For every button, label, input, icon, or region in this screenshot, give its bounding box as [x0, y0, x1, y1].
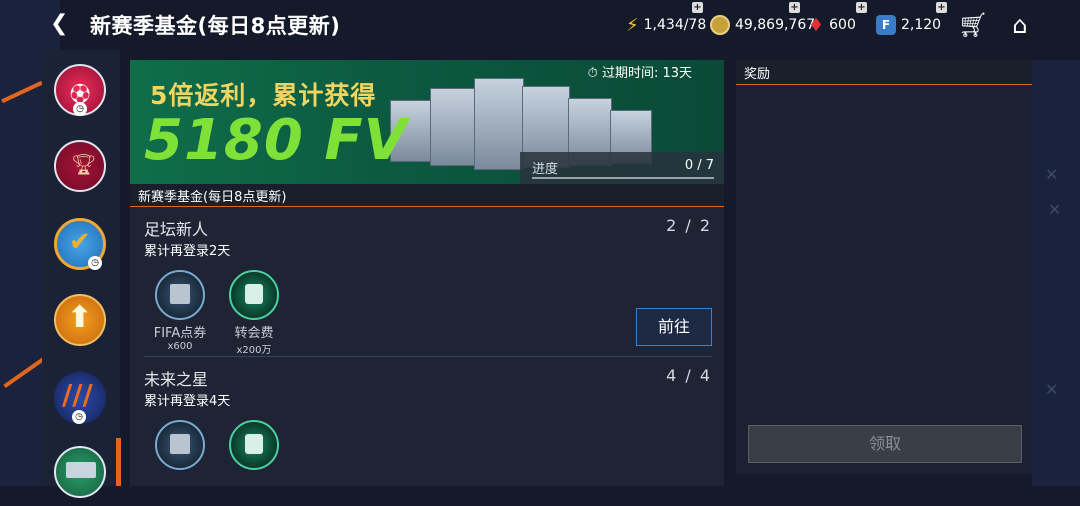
promo-banner: 5倍返利，累计获得 5180 FV ⏱︎ 过期时间: 13天 进度 0 / 7 [130, 60, 724, 184]
task-count: 4 / 4 [666, 366, 712, 385]
reward-panel-header: 奖励 [736, 60, 1032, 85]
top-bar: ❮ 新赛季基金(每日8点更新) ⚡ 1,434/78 + 49,869,767 … [0, 0, 1080, 50]
task-row: 足坛新人 累计再登录2天 2 / 2 FIFA点券 x600 转会费 x200万… [130, 208, 724, 356]
sidebar-item-fund[interactable] [54, 446, 106, 498]
progress-bar [532, 177, 714, 179]
progress-label: 进度 [532, 162, 559, 177]
stopwatch-icon: ⏱︎ [587, 66, 598, 81]
gem-counter: ♦ 600 [808, 14, 856, 36]
fp-counter: F 2,120 [876, 14, 941, 36]
claim-button[interactable]: 领取 [748, 425, 1022, 463]
page-title: 新赛季基金(每日8点更新) [90, 14, 341, 38]
fifa-points-icon [155, 420, 205, 470]
event-sidebar: ⚽︎ ◷ 🏆︎ ✔ ◷ ⬆ /// ◷ [42, 50, 121, 498]
energy-counter: ⚡ 1,434/78 [626, 14, 706, 36]
task-desc: 累计再登录2天 [144, 244, 231, 259]
coin-counter: 49,869,767 [710, 14, 815, 36]
coin-icon [710, 15, 730, 35]
energy-add-icon[interactable]: + [692, 2, 703, 13]
goto-button[interactable]: 前往 [636, 308, 712, 346]
fifa-points-icon [155, 270, 205, 320]
coin-add-icon[interactable]: + [789, 2, 800, 13]
sidebar-item-upgrade[interactable]: ⬆ [54, 294, 106, 346]
reward-item[interactable]: 转会费 x200万 [224, 270, 284, 356]
task-name: 未来之星 [144, 370, 209, 389]
coin-value: 49,869,767 [735, 17, 816, 33]
gem-value: 600 [829, 17, 856, 33]
fp-shield-icon: F [876, 15, 896, 35]
sidebar-item-world-cup[interactable]: 🏆︎ [54, 140, 106, 192]
task-row: 未来之星 累计再登录4天 4 / 4 [130, 358, 724, 506]
task-name: 足坛新人 [144, 220, 209, 239]
claw-mark-icon: /// [62, 378, 93, 411]
fund-panel: 5倍返利，累计获得 5180 FV ⏱︎ 过期时间: 13天 进度 0 / 7 … [130, 60, 724, 486]
back-arrow-icon[interactable]: ❮ [50, 12, 74, 36]
section-header: 新赛季基金(每日8点更新) [130, 184, 724, 207]
shop-cart-icon[interactable]: 🛒︎ [958, 11, 988, 39]
expire-time: ⏱︎ 过期时间: 13天 [587, 66, 692, 81]
cash-stack-icon [66, 462, 96, 478]
timer-badge-icon-3: ◷ [72, 410, 86, 424]
reward-item[interactable] [224, 420, 284, 470]
progress-box: 进度 0 / 7 [520, 152, 724, 184]
transfer-fee-icon [229, 420, 279, 470]
active-indicator [116, 438, 121, 486]
task-desc: 累计再登录4天 [144, 394, 231, 409]
arrow-up-icon: ⬆ [67, 300, 93, 335]
timer-badge-icon-2: ◷ [88, 256, 102, 270]
reward-panel-title: 奖励 [744, 67, 771, 82]
lightning-icon: ⚡ [626, 14, 639, 36]
reward-item[interactable]: FIFA点券 x600 [150, 270, 210, 352]
gem-icon: ♦ [808, 14, 825, 36]
reward-panel: 奖励 领取 [736, 60, 1032, 474]
task-divider [144, 356, 712, 357]
checkmark-icon: ✔ [69, 227, 91, 257]
transfer-fee-icon [229, 270, 279, 320]
task-count: 2 / 2 [666, 216, 712, 235]
progress-value: 0 / 7 [684, 158, 714, 173]
energy-value: 1,434/78 [643, 17, 707, 33]
banner-headline: 5倍返利，累计获得 [150, 81, 377, 110]
gem-add-icon[interactable]: + [856, 2, 867, 13]
fp-value: 2,120 [901, 17, 942, 33]
fp-add-icon[interactable]: + [936, 2, 947, 13]
home-icon[interactable]: ⌂ [1006, 11, 1034, 39]
banner-amount: 5180 FV [144, 108, 408, 173]
reward-item[interactable] [150, 420, 210, 470]
timer-badge-icon: ◷ [73, 102, 87, 116]
trophy-icon: 🏆︎ [71, 152, 97, 176]
section-title: 新赛季基金(每日8点更新) [138, 190, 287, 205]
